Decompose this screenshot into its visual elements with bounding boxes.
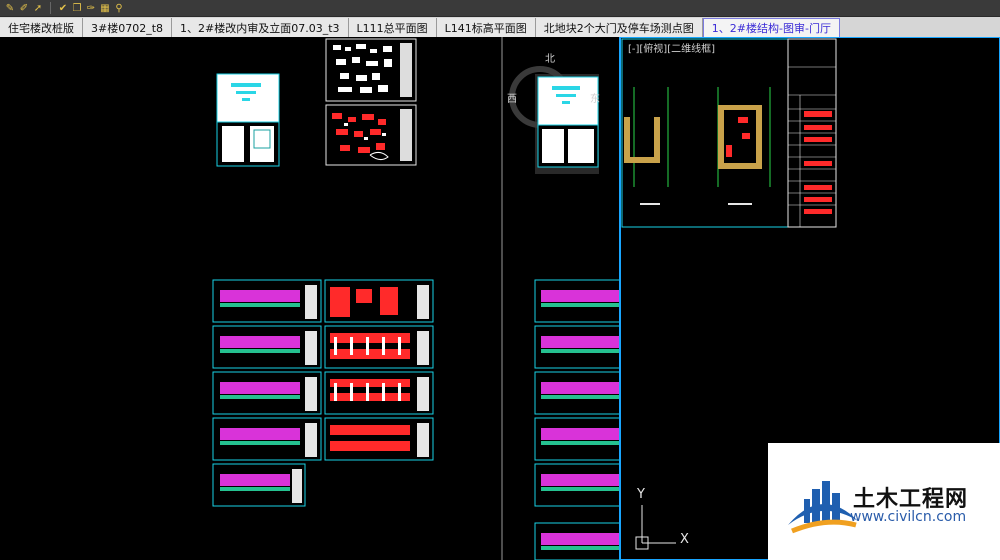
file-tab-label: 1、2#楼改内审及立面07.03_t3	[180, 21, 340, 35]
ucs-x-label: X	[680, 532, 689, 547]
copy-icon[interactable]: ❐	[71, 2, 83, 14]
file-tab[interactable]: 1、2#楼改内审及立面07.03_t3	[172, 18, 349, 37]
file-tab-active[interactable]: 1、2#楼结构-图审-门厅	[702, 18, 840, 37]
file-tab-label: 住宅楼改桩版	[8, 21, 74, 35]
file-tab-label: 1、2#楼结构-图审-门厅	[711, 22, 831, 35]
pin-icon[interactable]: ⚲	[113, 2, 125, 14]
ucs-y-label: Y	[637, 487, 645, 502]
file-tab-label: L111总平面图	[356, 21, 428, 35]
file-tab[interactable]: L141标高平面图	[436, 18, 536, 37]
file-tab[interactable]: L111总平面图	[348, 18, 437, 37]
file-tab-label: 北地块2个大门及停车场测点图	[543, 21, 694, 35]
file-tab[interactable]: 北地块2个大门及停车场测点图	[535, 18, 703, 37]
layers-icon[interactable]: ▦	[99, 2, 111, 14]
quick-access-toolbar: ✎ ✐ ➚ ✔ ❐ ✑ ▦ ⚲	[0, 0, 1000, 17]
toolbar-separator	[50, 2, 51, 14]
cursor-icon[interactable]: ➚	[32, 2, 44, 14]
building-logo-icon	[788, 481, 858, 534]
file-tab[interactable]: 3#楼0702_t8	[83, 18, 173, 37]
brush-icon[interactable]: ✑	[85, 2, 97, 14]
compass-east-label: 东	[590, 94, 600, 105]
watermark-url: www.civilcn.com	[850, 509, 967, 525]
watermark-logo: 土木工程网 www.civilcn.com	[768, 443, 1000, 560]
edit-icon[interactable]: ✐	[18, 2, 30, 14]
check-icon[interactable]: ✔	[57, 2, 69, 14]
file-tab-label: L141标高平面图	[444, 21, 527, 35]
viewport-title[interactable]: [-][俯视][二维线框]	[628, 40, 715, 55]
pencil-icon[interactable]: ✎	[4, 2, 16, 14]
file-tab-label: 3#楼0702_t8	[91, 21, 164, 35]
file-tab-bar: 住宅楼改桩版 3#楼0702_t8 1、2#楼改内审及立面07.03_t3 L1…	[0, 17, 1000, 37]
compass-west-label: 西	[507, 94, 517, 105]
file-tab[interactable]: 住宅楼改桩版	[0, 18, 83, 37]
compass-north-label: 北	[545, 54, 555, 65]
